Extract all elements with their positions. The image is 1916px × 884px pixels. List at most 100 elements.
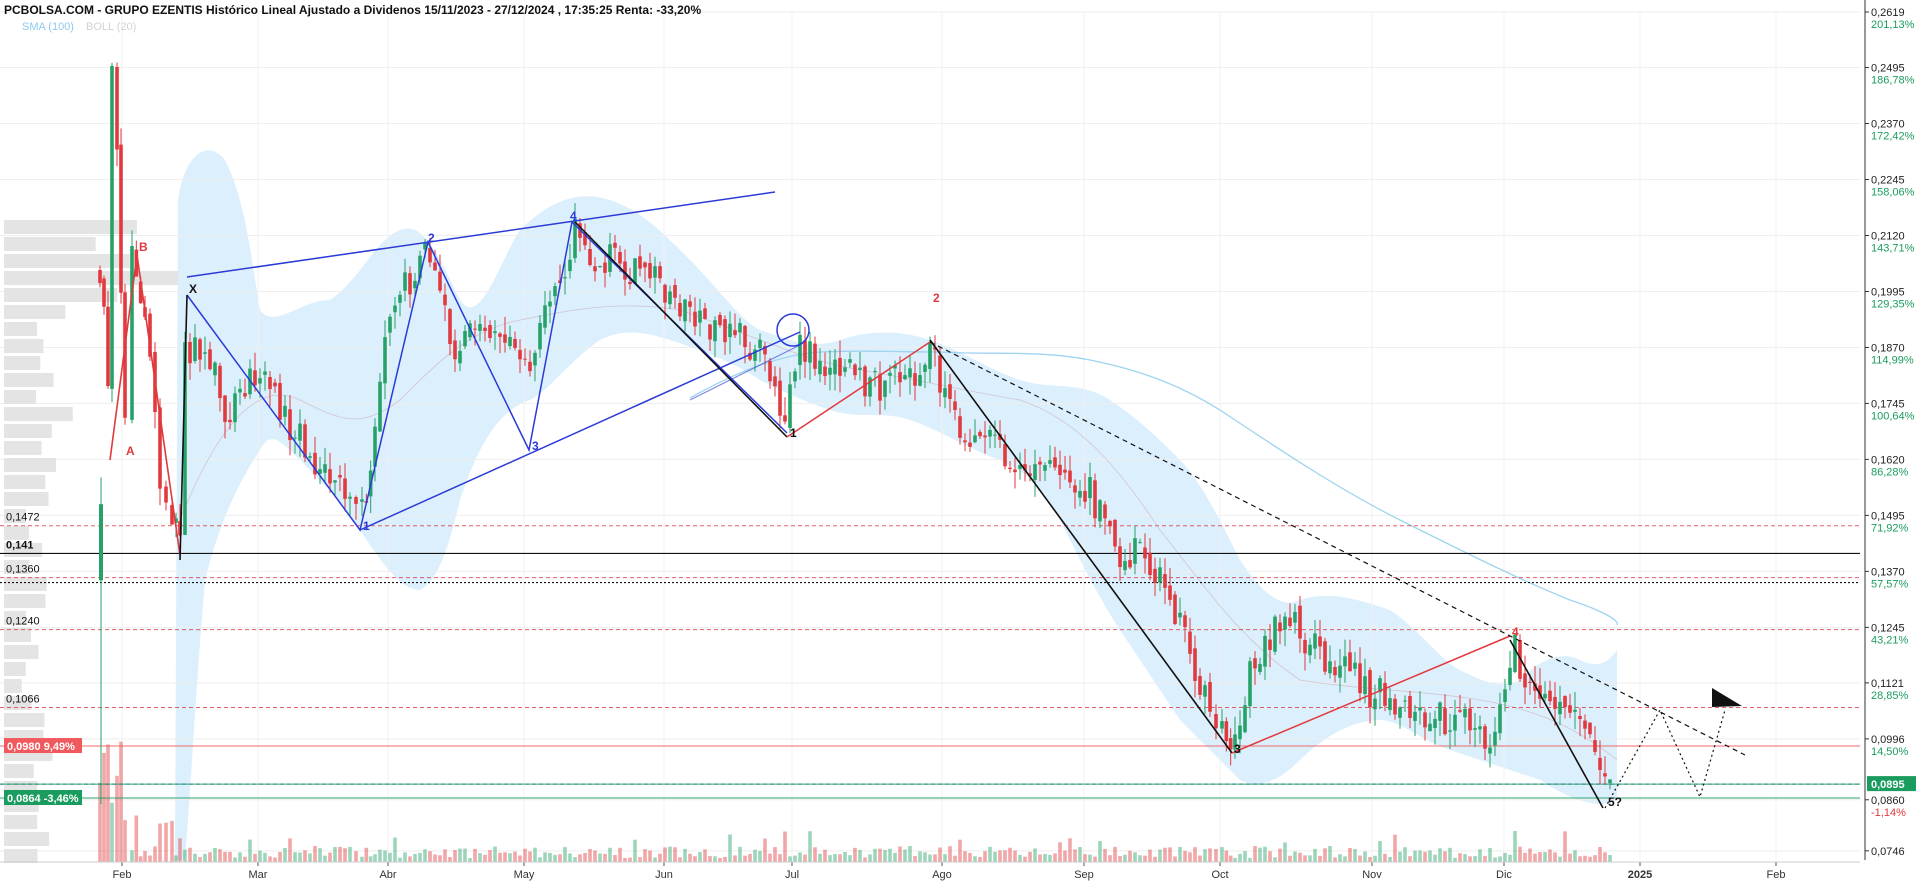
candle-body bbox=[1593, 740, 1597, 752]
volume-bar bbox=[1153, 856, 1157, 862]
candle-body bbox=[458, 350, 462, 364]
volume-bar bbox=[1428, 850, 1432, 862]
candle-body bbox=[553, 286, 557, 297]
candle-body bbox=[268, 376, 272, 390]
candle-body bbox=[1348, 652, 1352, 672]
volume-bar bbox=[1553, 852, 1557, 862]
volume-bar bbox=[138, 856, 143, 862]
volume-bar bbox=[668, 846, 672, 862]
candle-body bbox=[243, 393, 247, 397]
candle-body bbox=[498, 333, 502, 337]
candle-body bbox=[1013, 469, 1017, 473]
volume-bar bbox=[778, 854, 782, 862]
candle-body bbox=[1523, 673, 1527, 688]
volume-bar bbox=[808, 831, 812, 862]
candle-body bbox=[853, 364, 857, 376]
month-label: Nov bbox=[1362, 869, 1382, 881]
candle-body bbox=[1073, 485, 1077, 493]
candle-body bbox=[388, 316, 392, 333]
candle-body bbox=[1318, 636, 1322, 647]
candle-body bbox=[1558, 701, 1562, 715]
candle-body bbox=[513, 338, 517, 348]
volume-bar bbox=[1378, 841, 1382, 862]
volume-bar bbox=[1593, 855, 1597, 862]
volume-bar bbox=[423, 849, 427, 862]
candle-body bbox=[943, 388, 947, 398]
level-label: 0,141 bbox=[6, 539, 34, 551]
profile-bar bbox=[4, 458, 57, 472]
axis-price-label: 0,1495 bbox=[1871, 510, 1905, 522]
candle-body bbox=[1078, 490, 1082, 498]
volume-bar bbox=[115, 775, 119, 862]
volume-bar bbox=[538, 857, 542, 862]
volume-bar bbox=[1128, 850, 1132, 862]
volume-bar bbox=[1143, 855, 1147, 862]
candle-body bbox=[1398, 707, 1402, 718]
candle-body bbox=[1143, 547, 1147, 559]
candle-body bbox=[713, 320, 717, 342]
candle-body bbox=[988, 429, 992, 437]
volume-bar bbox=[673, 847, 677, 862]
candle-body bbox=[833, 359, 837, 375]
volume-bar bbox=[1548, 849, 1552, 862]
volume-bar bbox=[1323, 848, 1327, 862]
candle-body bbox=[238, 388, 242, 393]
volume-bar bbox=[968, 852, 972, 862]
candle-body bbox=[728, 323, 732, 338]
candle-body bbox=[1053, 457, 1057, 468]
volume-bar bbox=[378, 849, 382, 862]
candle-body bbox=[1153, 568, 1157, 583]
candle-body bbox=[548, 301, 552, 307]
volume-bar bbox=[688, 853, 692, 862]
volume-bar bbox=[1078, 847, 1082, 862]
candle-body bbox=[863, 366, 867, 397]
candle-body bbox=[758, 339, 762, 349]
volume-bar bbox=[110, 802, 114, 862]
candle-body bbox=[478, 324, 482, 331]
volume-bar bbox=[148, 855, 152, 862]
candle-body bbox=[973, 435, 977, 443]
candle-body bbox=[633, 258, 637, 284]
axis-price-label: 0,1121 bbox=[1871, 678, 1904, 690]
volume-bar bbox=[1238, 853, 1242, 862]
candle-body bbox=[1433, 718, 1437, 729]
volume-bar bbox=[1243, 851, 1247, 862]
volume-bar bbox=[678, 857, 682, 862]
candle-body bbox=[598, 265, 602, 268]
volume-bar bbox=[1058, 842, 1062, 862]
volume-bar bbox=[408, 856, 412, 862]
candle-body bbox=[1463, 708, 1467, 718]
volume-bar bbox=[623, 857, 627, 862]
candle-body bbox=[1413, 711, 1417, 721]
profile-bar bbox=[4, 390, 37, 404]
profile-bar bbox=[4, 713, 45, 727]
axis-price-label: 0,1745 bbox=[1871, 398, 1905, 410]
volume-bar bbox=[1148, 849, 1152, 862]
candle-body bbox=[1148, 552, 1152, 575]
candle-body bbox=[533, 352, 537, 366]
candle-body bbox=[1383, 682, 1387, 706]
candle-body bbox=[658, 266, 662, 279]
candle-body bbox=[1243, 705, 1247, 733]
candle-body bbox=[198, 339, 202, 360]
candle-body bbox=[628, 281, 632, 285]
volume-bar bbox=[293, 852, 297, 862]
volume-bar bbox=[693, 856, 697, 862]
volume-bar bbox=[1588, 856, 1592, 862]
volume-bar bbox=[338, 846, 342, 862]
volume-bar bbox=[348, 846, 352, 862]
profile-bar bbox=[4, 492, 49, 506]
volume-bar bbox=[933, 854, 937, 862]
volume-bar bbox=[1343, 856, 1347, 862]
volume-bar bbox=[1273, 857, 1277, 862]
volume-bar bbox=[708, 856, 712, 862]
volume-bar bbox=[1253, 846, 1257, 862]
volume-bar bbox=[213, 847, 217, 862]
candle-body bbox=[218, 365, 222, 399]
candle-body bbox=[1468, 708, 1472, 731]
axis-price-label: 0,1370 bbox=[1871, 566, 1905, 578]
profile-bar bbox=[4, 288, 118, 302]
volume-bar bbox=[313, 846, 317, 862]
volume-bar bbox=[308, 853, 312, 862]
axis-price-label: 0,2370 bbox=[1871, 119, 1905, 131]
